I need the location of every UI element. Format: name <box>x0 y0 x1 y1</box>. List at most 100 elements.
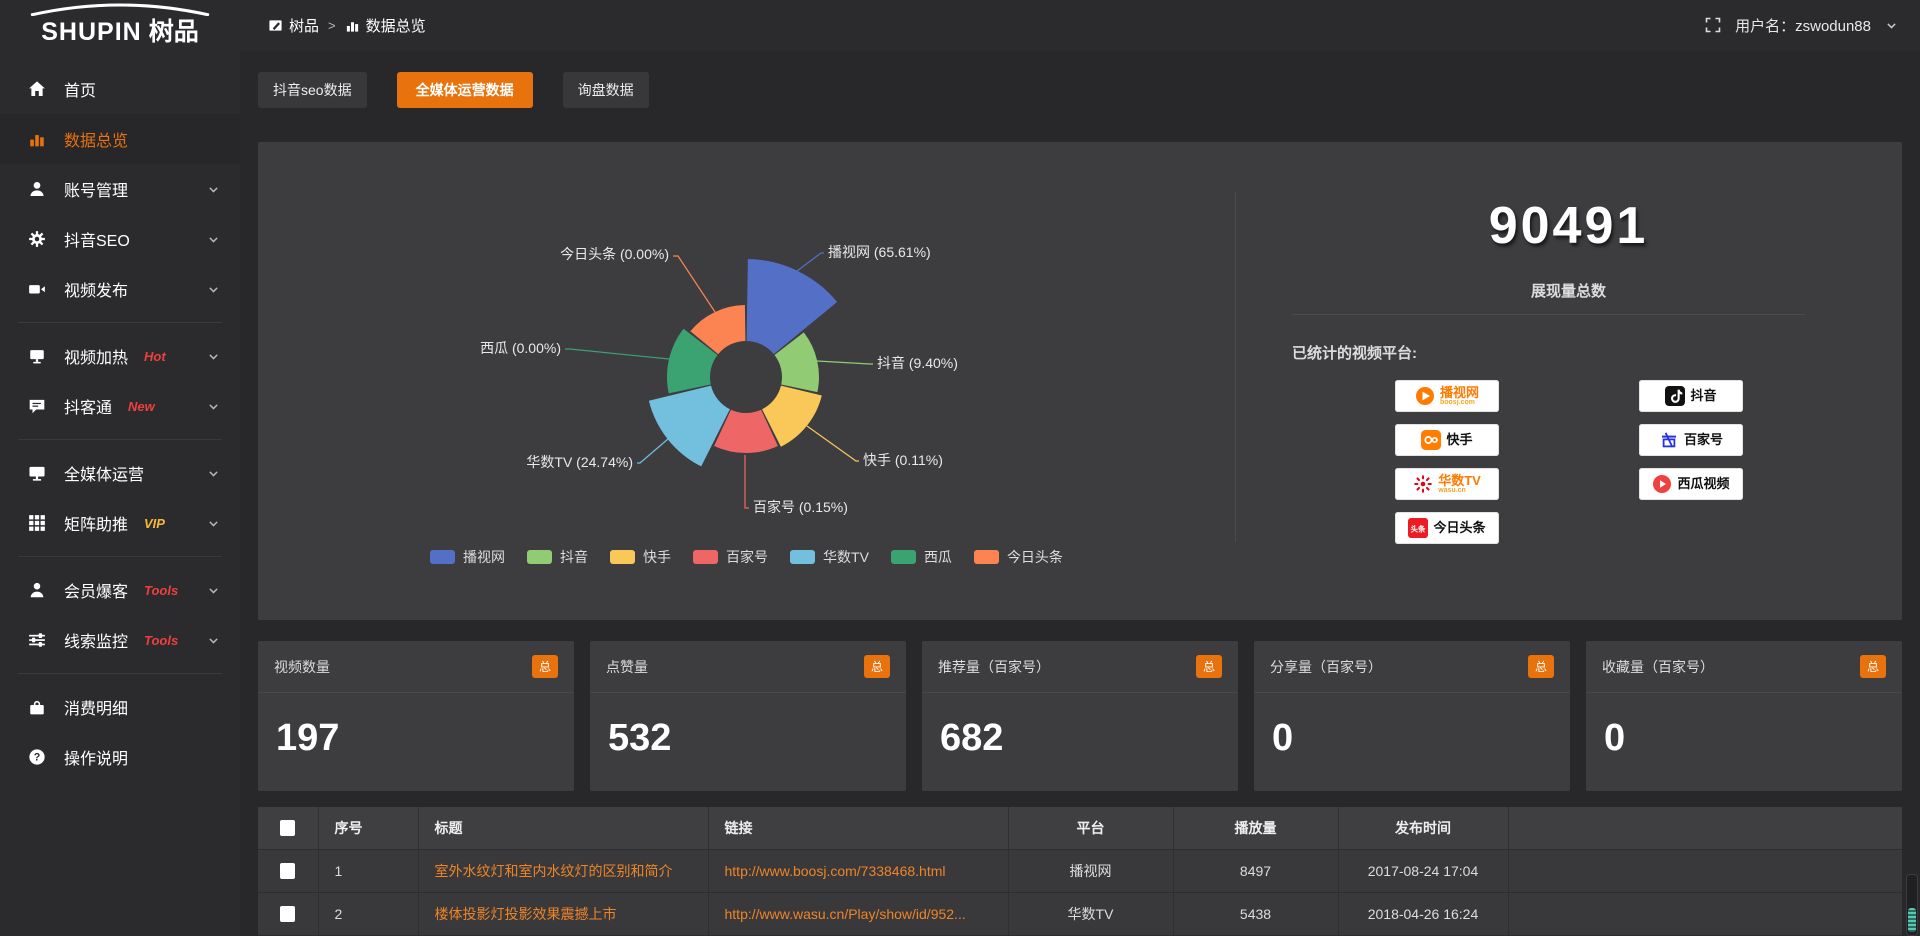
sidebar-item-video-publish[interactable]: 视频发布 <box>0 264 240 314</box>
sliders-icon <box>28 631 48 649</box>
logo-text-cn: 树品 <box>149 20 199 45</box>
chevron-down-icon <box>207 350 220 363</box>
sidebar-item-douketong[interactable]: 抖客通 New <box>0 381 240 431</box>
row-checkbox[interactable] <box>280 863 295 879</box>
sidebar-item-omni-media[interactable]: 全媒体运营 <box>0 448 240 498</box>
chart-legend: 播视网 抖音 快手 百家号 华数TV 西瓜 今日头条 <box>258 547 1235 567</box>
platform-name: 华数TV <box>1438 474 1481 488</box>
sidebar-item-label: 数据总览 <box>64 127 128 151</box>
platform-chip-douyin[interactable]: 抖音 <box>1639 380 1743 412</box>
sidebar-item-matrix-boost[interactable]: 矩阵助推VIP <box>0 498 240 548</box>
cell-empty <box>1508 849 1902 892</box>
breadcrumb-label: 数据总览 <box>366 15 426 36</box>
legend-label: 播视网 <box>463 547 505 567</box>
sidebar-item-account-manage[interactable]: 账号管理 <box>0 164 240 214</box>
app-logo[interactable]: SHUPIN 树品 <box>0 0 240 50</box>
pie-sector-华数TV[interactable] <box>649 386 730 467</box>
breadcrumb-item-shupin[interactable]: 树品 <box>268 15 319 36</box>
total-badge[interactable]: 总 <box>1860 655 1886 678</box>
board-icon <box>268 18 283 33</box>
total-badge[interactable]: 总 <box>532 655 558 678</box>
legend-item-抖音[interactable]: 抖音 <box>527 547 588 567</box>
sidebar-item-clue-monitor[interactable]: 线索监控Tools <box>0 615 240 665</box>
platform-chip-text: 抖音 <box>1690 389 1716 403</box>
platform-chip-toutiao[interactable]: 头条今日头条 <box>1395 512 1499 544</box>
cell-index: 2 <box>318 892 418 935</box>
boosj-icon <box>1415 386 1435 406</box>
chevron-down-icon <box>207 400 220 413</box>
platform-name: 西瓜视频 <box>1677 477 1729 491</box>
platform-name: 播视网 <box>1440 386 1479 400</box>
legend-item-华数TV[interactable]: 华数TV <box>790 547 869 567</box>
sidebar-item-label: 消费明细 <box>64 695 128 719</box>
platform-chip-kuaishou[interactable]: 快手 <box>1395 424 1499 456</box>
sidebar-item-operation-guide[interactable]: ?操作说明 <box>0 732 240 782</box>
stat-card-value: 0 <box>1586 693 1902 760</box>
tab-douyin-seo-data[interactable]: 抖音seo数据 <box>258 72 367 108</box>
sidebar-item-label: 抖音SEO <box>64 227 130 251</box>
platforms-label: 已统计的视频平台: <box>1292 342 1417 363</box>
pie-label: 播视网 (65.61%) <box>828 244 931 260</box>
sidebar-item-member-baoke[interactable]: 会员爆客Tools <box>0 565 240 615</box>
toutiao-icon: 头条 <box>1408 518 1428 538</box>
sidebar-badge: New <box>128 399 155 414</box>
legend-label: 西瓜 <box>924 547 952 567</box>
column-header: 平台 <box>1008 807 1173 849</box>
cell-plays: 5438 <box>1173 892 1338 935</box>
sidebar-item-douyin-seo[interactable]: 抖音SEO <box>0 214 240 264</box>
sidebar-item-label: 矩阵助推 <box>64 511 128 535</box>
legend-item-今日头条[interactable]: 今日头条 <box>974 547 1063 567</box>
video-title-link[interactable]: 室外水纹灯和室内水纹灯的区别和简介 <box>418 849 708 892</box>
video-link[interactable]: http://www.boosj.com/7338468.html <box>708 849 1008 892</box>
monitor-icon <box>28 347 48 365</box>
tab-inquiry-data[interactable]: 询盘数据 <box>563 72 649 108</box>
platform-chip-baijiahao[interactable]: 百家号 <box>1639 424 1743 456</box>
sidebar-item-consume-detail[interactable]: 消费明细 <box>0 682 240 732</box>
sidebar-item-home[interactable]: 首页 <box>0 64 240 114</box>
bars-icon <box>345 18 360 33</box>
legend-label: 快手 <box>643 547 671 567</box>
kuaishou-icon <box>1421 430 1441 450</box>
sidebar-item-data-overview[interactable]: 数据总览 <box>0 114 240 164</box>
legend-label: 抖音 <box>560 547 588 567</box>
sidebar-item-video-heat[interactable]: 视频加热Hot <box>0 331 240 381</box>
row-checkbox[interactable] <box>280 906 295 922</box>
breadcrumb-item-data-overview[interactable]: 数据总览 <box>345 15 426 36</box>
stat-card-header: 推荐量（百家号）总 <box>922 641 1238 693</box>
total-badge[interactable]: 总 <box>864 655 890 678</box>
breadcrumb-separator: > <box>328 18 336 33</box>
xigua-icon <box>1652 474 1672 494</box>
cell-platform: 华数TV <box>1008 892 1173 935</box>
wallet-icon <box>28 698 48 716</box>
topbar-right: 用户名：zswodun88 <box>1705 15 1920 36</box>
total-badge[interactable]: 总 <box>1528 655 1554 678</box>
stat-card-favorite-count: 收藏量（百家号）总0 <box>1586 641 1902 791</box>
summary-divider <box>1292 314 1805 315</box>
stat-card-title: 点赞量 <box>606 657 648 677</box>
fullscreen-icon[interactable] <box>1705 17 1721 33</box>
table-row: 1室外水纹灯和室内水纹灯的区别和简介http://www.boosj.com/7… <box>258 849 1902 892</box>
platform-chip-wasu[interactable]: 华数TVwasu.cn <box>1395 468 1499 500</box>
chevron-down-icon[interactable] <box>1885 19 1898 32</box>
platform-chip-xigua[interactable]: 西瓜视频 <box>1639 468 1743 500</box>
username[interactable]: 用户名：zswodun88 <box>1735 15 1871 36</box>
legend-item-快手[interactable]: 快手 <box>610 547 671 567</box>
breadcrumb-label: 树品 <box>289 15 319 36</box>
sidebar-item-label: 抖客通 <box>64 394 112 418</box>
video-link[interactable]: http://www.wasu.cn/Play/show/id/952... <box>708 892 1008 935</box>
select-all-checkbox[interactable] <box>280 820 295 836</box>
column-header: 标题 <box>418 807 708 849</box>
platform-chip-boosj[interactable]: 播视网boosj.com <box>1395 380 1499 412</box>
legend-label: 华数TV <box>823 547 869 567</box>
legend-item-西瓜[interactable]: 西瓜 <box>891 547 952 567</box>
pie-label-line <box>637 439 668 463</box>
pie-sector-播视网[interactable] <box>747 259 838 354</box>
video-title-link[interactable]: 楼体投影灯投影效果震撼上市 <box>418 892 708 935</box>
legend-item-百家号[interactable]: 百家号 <box>693 547 768 567</box>
breadcrumb: 树品 > 数据总览 <box>268 15 426 36</box>
scrollbar-track[interactable] <box>1906 874 1918 936</box>
tab-omni-media-data[interactable]: 全媒体运营数据 <box>397 72 533 108</box>
legend-item-播视网[interactable]: 播视网 <box>430 547 505 567</box>
scrollbar-thumb[interactable] <box>1908 908 1916 932</box>
total-badge[interactable]: 总 <box>1196 655 1222 678</box>
